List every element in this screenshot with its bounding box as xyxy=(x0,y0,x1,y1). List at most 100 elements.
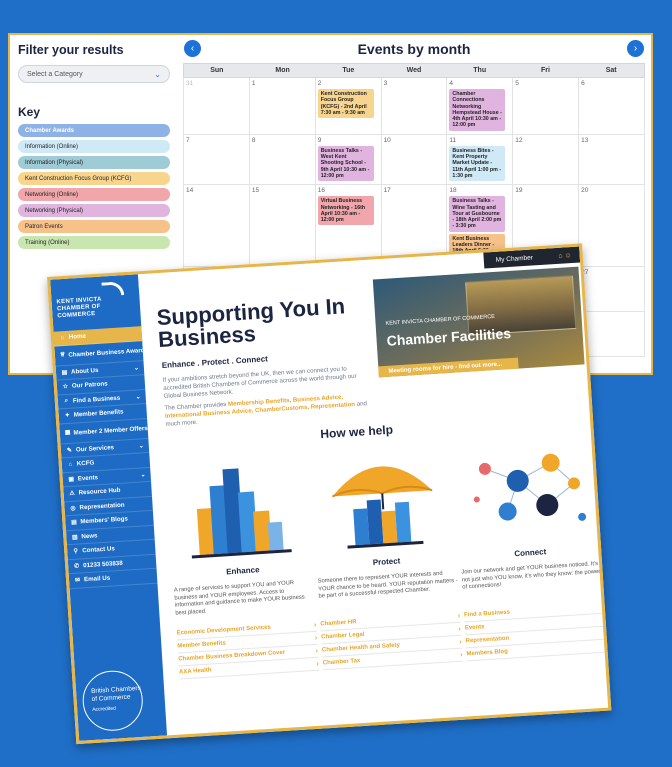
column-desc: Someone there to represent YOUR interest… xyxy=(317,570,458,600)
calendar-day-cell[interactable]: 10 xyxy=(382,134,448,185)
calendar-day-cell[interactable]: 6 xyxy=(579,78,645,134)
column-links: Chamber HR › Chamber Legal › Chamber Healt… xyxy=(319,609,463,671)
weekday-label: Wed xyxy=(406,67,422,74)
chevron-right-icon: › xyxy=(602,616,605,624)
chevron-right-icon: › xyxy=(602,629,606,637)
site-logo[interactable]: KENT INVICTA CHAMBER OF COMMERCE xyxy=(50,274,141,331)
key-list: Chamber Awards Information (Online) Inform… xyxy=(18,124,170,249)
nav-label: Resource Hub xyxy=(78,487,121,497)
calendar-event[interactable]: Chamber Connections Networking Hempstead… xyxy=(449,89,506,131)
calendar-day-cell[interactable]: 15 xyxy=(250,185,316,266)
calendar-day-cell[interactable]: 12 xyxy=(513,134,580,185)
chamber-facilities-banner[interactable]: KENT INVICTA CHAMBER OF COMMERCE Chamber… xyxy=(372,266,585,378)
calendar-day-cell[interactable]: 11 Business Bites - Kent Property Market … xyxy=(447,134,514,185)
day-number: 18 xyxy=(449,187,457,195)
nav-label: Member 2 Member Offers xyxy=(73,424,148,437)
weekday-header-row: Sun Mon Tue Wed Thu Fri Sat xyxy=(183,63,645,78)
calendar-day-cell[interactable]: 1 xyxy=(250,78,316,134)
link-label: Events xyxy=(464,624,485,632)
calendar-event[interactable]: Business Bites - Kent Property Market Up… xyxy=(449,145,506,182)
nav-icon: ⚲ xyxy=(73,548,79,556)
nav-icon: ✆ xyxy=(74,563,80,570)
calendar-event[interactable]: Business Talks - Wine Tasting and Tour a… xyxy=(449,196,506,232)
protect-illustration xyxy=(309,441,456,558)
calendar-day-cell[interactable]: 16 Virtual Business Networking - 16th Apr… xyxy=(316,185,382,266)
nav-icon: ▦ xyxy=(64,429,71,436)
calendar-day-cell[interactable]: 9 Business Talks - West Kent Shooting Sch… xyxy=(316,134,382,185)
calendar-day-cell[interactable]: 13 xyxy=(579,134,645,185)
day-number: 12 xyxy=(515,136,523,144)
calendar-day-cell[interactable]: 8 xyxy=(250,134,316,185)
column-desc: Join our network and get YOUR business n… xyxy=(461,560,601,591)
nav-label: KCFG xyxy=(76,459,95,468)
link-label: Members Blog xyxy=(466,648,508,658)
chevron-right-icon: › xyxy=(603,642,607,650)
weekday-label: Fri xyxy=(540,67,550,74)
prev-month-button[interactable]: ‹ xyxy=(184,40,201,57)
link-label: Chamber HR xyxy=(320,619,357,628)
nav-label: Email Us xyxy=(83,574,111,584)
day-number: 31 xyxy=(186,80,194,87)
calendar-day-cell[interactable]: 4 Chamber Connections Networking Hempstea… xyxy=(447,78,514,134)
weekday-label: Mon xyxy=(275,67,290,74)
nav-label: Home xyxy=(68,332,87,341)
facilities-title: Chamber Facilities xyxy=(386,324,512,349)
calendar-week-row: 7 8 9 Business Talks - West Kent Shooting S… xyxy=(184,134,645,186)
chevron-right-icon: › xyxy=(459,638,462,646)
key-title: Key xyxy=(18,105,41,119)
nav-icon: ▤ xyxy=(70,519,78,527)
nav-label: Chamber Business Awards xyxy=(68,346,144,359)
my-chamber-button[interactable]: My Chamber ⌂ ☺ xyxy=(483,246,581,269)
calendar-event[interactable]: Business Talks - West Kent Shooting Scho… xyxy=(317,145,374,182)
calendar-event[interactable]: Virtual Business Networking - 16th April… xyxy=(317,196,374,226)
chevron-right-icon: › xyxy=(313,621,317,629)
nav-label: Member Benefits xyxy=(73,408,124,419)
weekday-label: Sat xyxy=(605,67,617,74)
calendar-day-cell[interactable]: 3 xyxy=(382,78,448,134)
chevron-right-icon: › xyxy=(316,660,320,668)
nav-icon: ▤ xyxy=(61,369,68,377)
nav-label: Our Patrons xyxy=(71,380,108,390)
calendar-day-cell[interactable]: 2 Kent Construction Focus Group (KCFG) - … xyxy=(316,78,382,134)
day-number: 7 xyxy=(186,136,190,144)
calendar-day-cell[interactable]: 27 xyxy=(579,266,645,311)
how-we-help-title: How we help xyxy=(319,422,394,442)
day-number: 16 xyxy=(317,187,325,195)
chevron-right-icon: › xyxy=(459,651,463,659)
calendar-week-row: 31 1 2 Kent Construction Focus Group (KCFG)… xyxy=(184,78,645,135)
link-label: Chamber Legal xyxy=(320,631,365,641)
chevron-down-icon: ⌄ xyxy=(140,471,146,479)
calendar-day-cell[interactable]: 14 xyxy=(184,185,250,266)
chevron-right-icon: › xyxy=(315,647,319,655)
calendar-day-cell[interactable]: 7 xyxy=(184,134,250,185)
nav-icon: ☆ xyxy=(62,384,69,391)
chevron-right-icon: › xyxy=(601,603,605,611)
calendar-day-cell[interactable] xyxy=(579,311,645,356)
category-select[interactable]: Select a Category ⌄ xyxy=(18,65,170,83)
calendar-day-cell[interactable]: 5 xyxy=(513,78,580,134)
facilities-strip[interactable]: Meeting rooms for hire - find out more..… xyxy=(378,357,519,378)
calendar-day-cell[interactable]: 31 xyxy=(184,78,250,134)
day-number: 15 xyxy=(251,187,260,195)
chevron-right-icon: › xyxy=(314,634,318,642)
day-number: 11 xyxy=(449,136,457,144)
day-number: 6 xyxy=(581,80,585,87)
day-number: 9 xyxy=(317,136,322,144)
link-label: Representation xyxy=(465,635,510,645)
column-desc: A range of services to support YOU and Y… xyxy=(173,580,305,617)
calendar-title: Events by month xyxy=(357,41,471,57)
link-label: AXA Health xyxy=(178,667,212,676)
bcc-accredited: Accredited xyxy=(92,705,117,714)
logo-text: KENT INVICTA CHAMBER OF COMMERCE xyxy=(56,296,102,320)
chevron-down-icon: ⌄ xyxy=(135,394,141,401)
nav-icon: ♕ xyxy=(59,351,66,358)
nav-icon: ⌂ xyxy=(60,334,65,342)
calendar-day-cell[interactable]: 20 xyxy=(579,185,645,266)
nav-label: Contact Us xyxy=(82,545,116,555)
enhance-illustration xyxy=(166,450,313,567)
calendar-header: ‹ Events by month › xyxy=(183,35,645,63)
nav-label: News xyxy=(81,532,98,541)
next-month-button[interactable]: › xyxy=(627,40,644,57)
day-number: 20 xyxy=(581,187,589,195)
calendar-event[interactable]: Kent Construction Focus Group (KCFG) - 2… xyxy=(317,89,374,119)
